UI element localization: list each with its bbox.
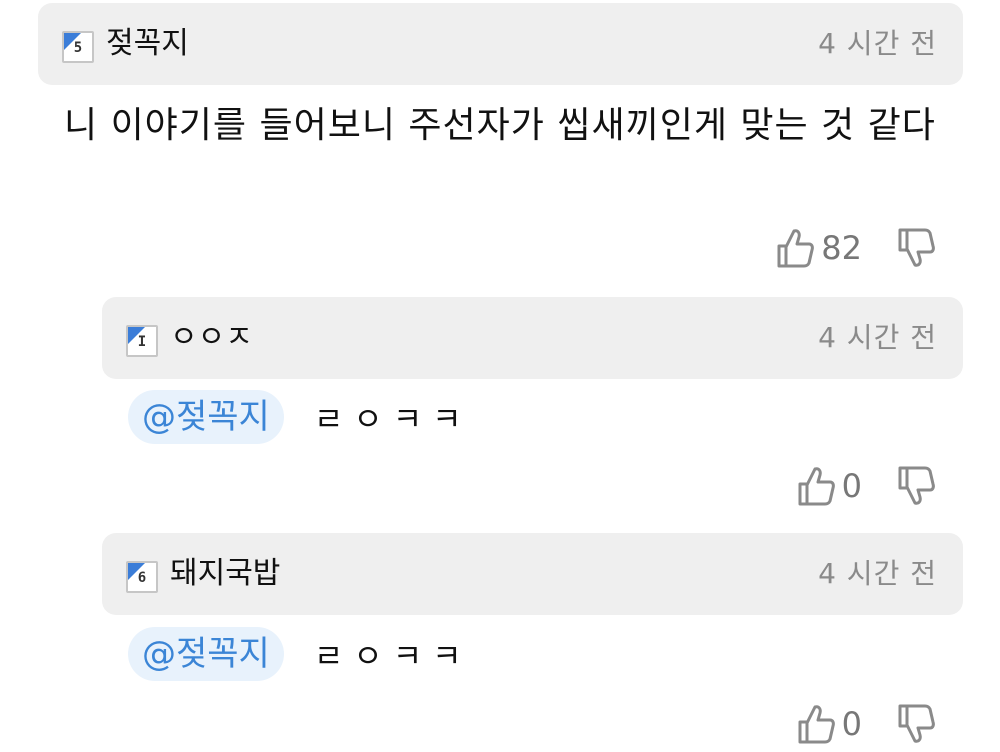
comment-thread: 5 젖꼭지 4 시간 전 니 이야기를 들어보니 주선자가 씹새끼인게 맞는 것… [0,0,1000,752]
username[interactable]: 젖꼭지 [106,23,189,65]
comment-header: 5 젖꼭지 4 시간 전 [38,3,963,85]
thumbs-down-icon[interactable] [896,702,936,746]
vote-bar: 0 [796,462,936,510]
timestamp: 4 시간 전 [818,321,937,354]
like-count: 0 [841,705,862,743]
like-count: 0 [841,467,862,505]
comment-header: I ㅇㅇㅈ 4 시간 전 [102,297,963,379]
comment-text: 니 이야기를 들어보니 주선자가 씹새끼인게 맞는 것 같다 [64,105,936,146]
reply-content: @젖꼭지 ㄹㅇㅋㅋ [128,627,472,681]
comment-text: ㄹㅇㅋㅋ [313,400,472,438]
level-badge-icon: 5 [62,31,94,63]
level-number: I [137,334,147,350]
username[interactable]: 돼지국밥 [170,553,280,595]
thumbs-up-icon[interactable] [775,226,815,270]
level-badge-icon: 6 [126,561,158,593]
level-badge-icon: I [126,325,158,357]
username[interactable]: ㅇㅇㅈ [170,317,253,359]
vote-bar: 0 [796,700,936,748]
level-number: 5 [73,40,83,56]
mention-tag[interactable]: @젖꼭지 [128,627,284,681]
comment-text: ㄹㅇㅋㅋ [313,637,472,675]
level-number: 6 [137,570,147,586]
timestamp: 4 시간 전 [818,557,937,590]
thumbs-down-icon[interactable] [896,464,936,508]
comment-header: 6 돼지국밥 4 시간 전 [102,533,963,615]
like-count: 82 [821,229,862,267]
thumbs-down-icon[interactable] [896,226,936,270]
thumbs-up-icon[interactable] [796,464,836,508]
thumbs-up-icon[interactable] [796,702,836,746]
mention-tag[interactable]: @젖꼭지 [128,390,284,444]
vote-bar: 82 [775,224,936,272]
reply-content: @젖꼭지 ㄹㅇㅋㅋ [128,390,472,444]
timestamp: 4 시간 전 [818,27,937,60]
